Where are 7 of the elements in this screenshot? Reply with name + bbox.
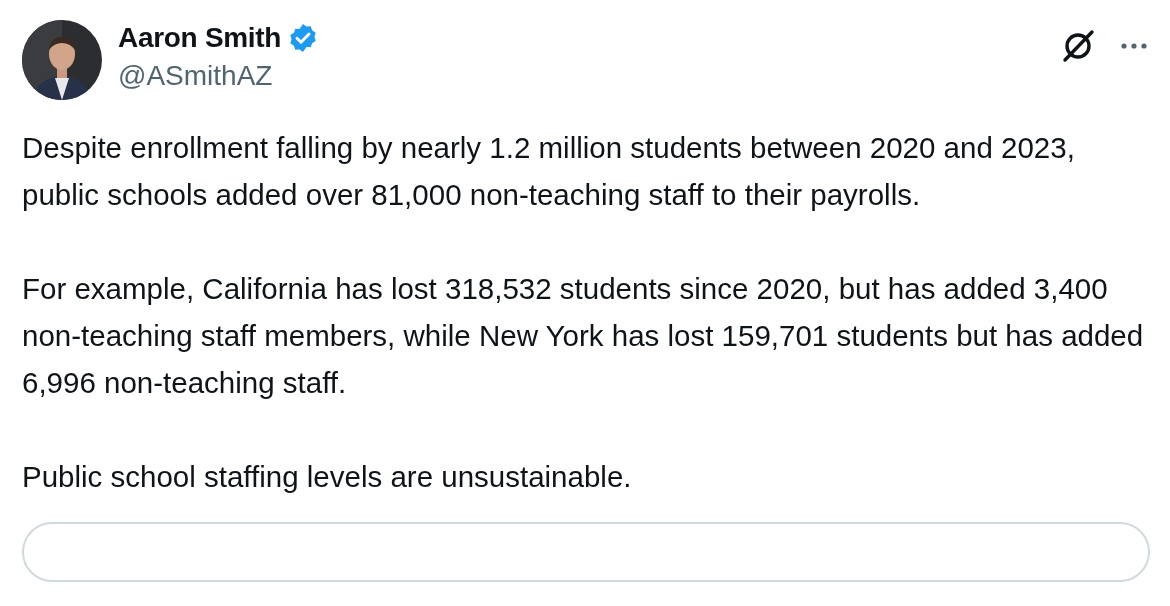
tweet-text: Despite enrollment falling by nearly 1.2 million students between 2020 and 2023, public schools added over 81,000 non-teaching staff to their payrolls. [22, 130, 1076, 213]
author-name[interactable]: Aaron Smith [118, 22, 282, 54]
tweet-text: Public school staffing levels are unsustainable. [22, 459, 633, 495]
more-options-icon[interactable] [1120, 42, 1148, 50]
tweet-text: For example, California has lost 318,532 students since 2020, but has added 3,400 non-teaching staff members, while New York has lost 159,701 students but has added 6,996 non-teaching staff. [22, 271, 1145, 401]
slashed-circle-icon[interactable] [1060, 28, 1096, 64]
author-handle[interactable]: @ASmithAZ [118, 60, 320, 92]
